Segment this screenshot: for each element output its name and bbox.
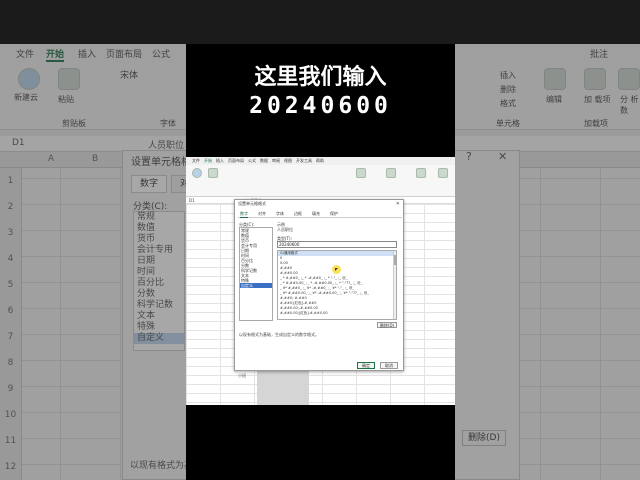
- screen: 文件 开始 插入 页面布局 公式 批注 新建云 粘贴 剪贴板 宋体 字体 插入 …: [0, 0, 640, 480]
- category-item-selected[interactable]: 自定义: [240, 283, 272, 288]
- tab-border[interactable]: 边框: [294, 211, 302, 217]
- inner-menu-item[interactable]: 页面布局: [228, 158, 244, 164]
- tab-number[interactable]: 数字: [240, 211, 248, 218]
- tab-font[interactable]: 字体: [276, 211, 284, 217]
- cancel-button[interactable]: 取消: [380, 362, 398, 369]
- inner-addin-icon[interactable]: [416, 168, 426, 178]
- ok-button[interactable]: 确定: [357, 362, 375, 369]
- format-item[interactable]: #,##0.00;[红色]-#,##0.00: [278, 311, 396, 316]
- dialog-tabs: 数字 对齐 字体 边框 填充 保护: [238, 210, 402, 218]
- sample-value: 人员职位: [277, 227, 293, 232]
- dialog-close-icon[interactable]: ✕: [396, 201, 400, 207]
- category-list: 常规 数值 货币 会计专用 日期 时间 百分比 分数 科学记数 文本 特殊 自定…: [239, 227, 273, 321]
- inner-menu-item[interactable]: 审阅: [272, 158, 280, 164]
- inner-cell-ref[interactable]: D1: [189, 198, 195, 203]
- inner-menu-item[interactable]: 帮助: [316, 158, 324, 164]
- inner-sheet-tab[interactable]: 小班: [238, 373, 246, 379]
- inner-menu-item[interactable]: 公式: [248, 158, 256, 164]
- dialog-title: 设置单元格格式: [238, 201, 266, 206]
- inner-cloud-icon[interactable]: [192, 168, 202, 178]
- inner-menubar: 文件 开始 插入 页面布局 公式 数据 审阅 视图 开发工具 帮助: [186, 157, 455, 165]
- delete-format-button[interactable]: 删除(D): [377, 322, 397, 328]
- inner-excel-screenshot: 文件 开始 插入 页面布局 公式 数据 审阅 视图 开发工具 帮助 D1 小班 …: [186, 157, 455, 405]
- inner-menu-item[interactable]: 数据: [260, 158, 268, 164]
- format-list: G/通用格式 0 0.00 #,##0 #,##0.00 _ * #,##0_ …: [277, 250, 397, 320]
- tab-align[interactable]: 对齐: [258, 211, 266, 217]
- tab-fill[interactable]: 填充: [312, 211, 320, 217]
- video-column: 这里我们输入 20240600 文件 开始 插入 页面布局 公式 数据 审阅 视…: [186, 44, 455, 480]
- caption-line-1: 这里我们输入: [254, 65, 387, 90]
- inner-insert-icon[interactable]: [356, 168, 366, 178]
- inner-ribbon: [186, 165, 455, 197]
- inner-menu-item[interactable]: 开始: [204, 158, 212, 164]
- inner-edit-icon[interactable]: [386, 168, 396, 178]
- type-input[interactable]: 20240600: [277, 241, 397, 248]
- caption-line-2: 20240600: [249, 93, 392, 119]
- inner-menu-item[interactable]: 插入: [216, 158, 224, 164]
- inner-menu-item[interactable]: 文件: [192, 158, 200, 164]
- inner-menu-item[interactable]: 视图: [284, 158, 292, 164]
- inner-analysis-icon[interactable]: [438, 168, 448, 178]
- custom-format-hint: 以现有格式为基础，生成自定义的数字格式。: [239, 332, 319, 337]
- inner-paste-icon[interactable]: [208, 168, 218, 178]
- inner-menu-item[interactable]: 开发工具: [296, 158, 312, 164]
- format-cells-dialog: 设置单元格格式 ✕ 数字 对齐 字体 边框 填充 保护 分类(C): 常规 数值…: [234, 199, 404, 371]
- tab-protect[interactable]: 保护: [330, 211, 338, 217]
- format-list-scrollbar[interactable]: [393, 251, 396, 319]
- mouse-cursor-icon: [332, 265, 341, 274]
- caption: 这里我们输入 20240600: [186, 64, 455, 120]
